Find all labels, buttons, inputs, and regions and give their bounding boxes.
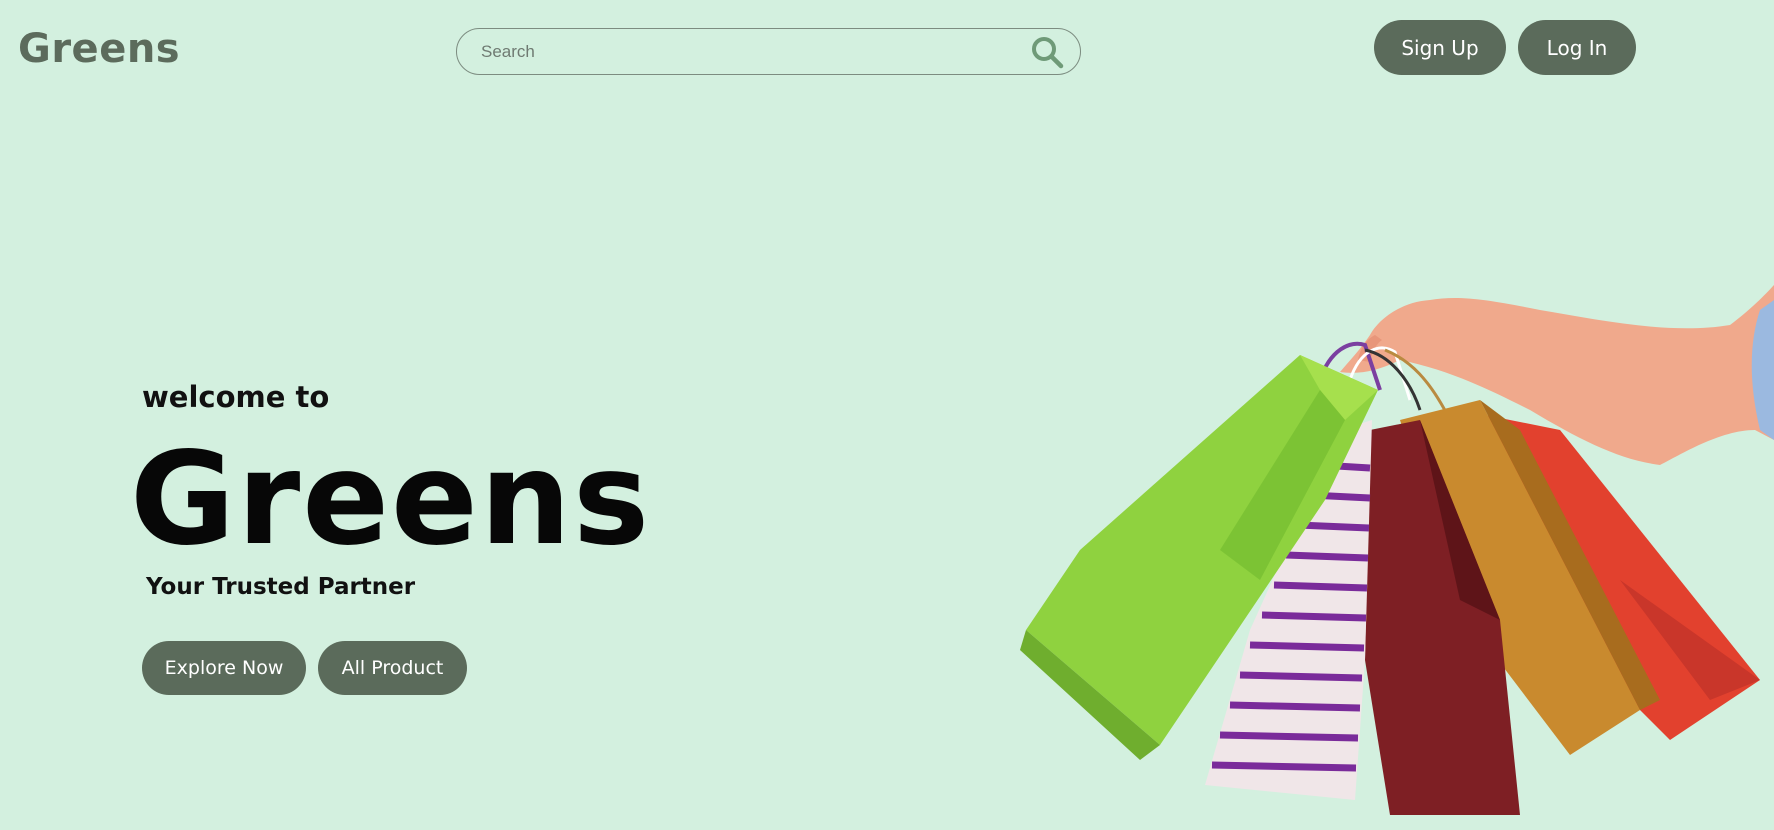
explore-now-button[interactable]: Explore Now (142, 641, 306, 695)
sign-up-button[interactable]: Sign Up (1374, 20, 1506, 75)
hero-title: Greens (130, 425, 652, 574)
welcome-text: welcome to (142, 380, 330, 414)
search-input[interactable] (481, 29, 1001, 74)
search-icon[interactable] (1030, 35, 1064, 69)
site-logo[interactable]: Greens (18, 26, 180, 72)
log-in-button[interactable]: Log In (1518, 20, 1636, 75)
all-product-button[interactable]: All Product (318, 641, 467, 695)
shopping-bags-image (1020, 285, 1774, 815)
hero-tagline: Your Trusted Partner (146, 574, 416, 600)
search-bar[interactable] (456, 28, 1081, 75)
